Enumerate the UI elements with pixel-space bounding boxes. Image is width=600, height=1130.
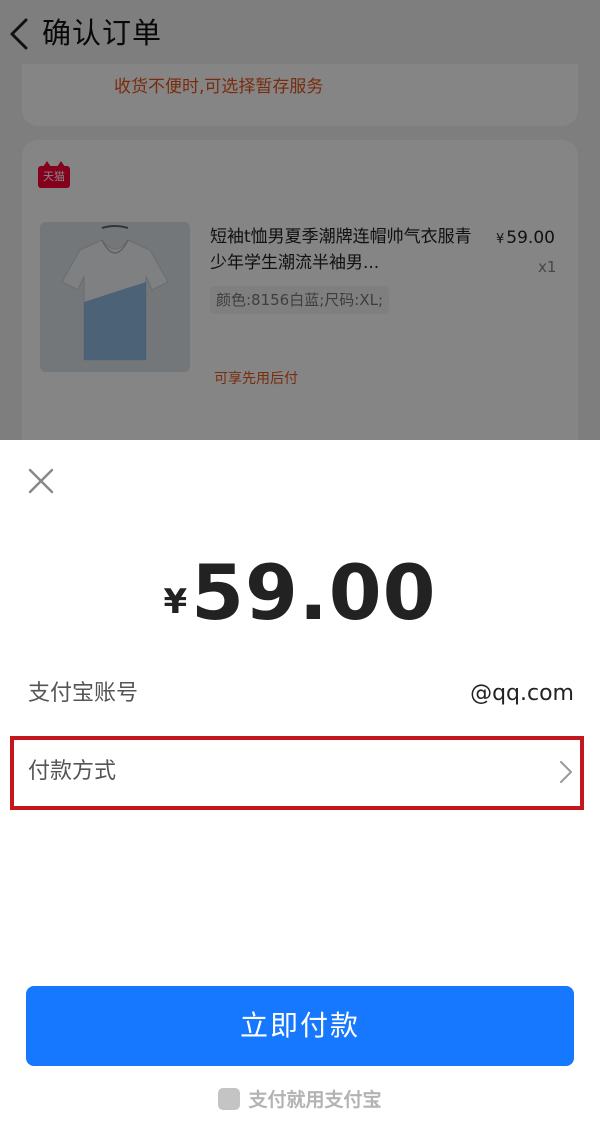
amount-value: 59.00 xyxy=(191,548,437,637)
order-page-background: 确认订单 收货不便时,可选择暂存服务 天猫 短袖t恤男夏季潮牌连帽帅气衣服青少年… xyxy=(0,0,600,440)
alipay-logo-icon xyxy=(218,1088,241,1110)
currency-symbol: ¥ xyxy=(163,582,188,622)
alipay-account-row: 支付宝账号 @qq.com xyxy=(0,658,600,730)
modal-overlay[interactable] xyxy=(0,0,600,440)
payment-sheet: ¥59.00 支付宝账号 @qq.com 付款方式 立即付款 支付就用支付宝 xyxy=(0,440,600,1130)
highlight-annotation-box xyxy=(10,736,584,810)
pay-now-button[interactable]: 立即付款 xyxy=(26,986,574,1066)
footer-text: 支付就用支付宝 xyxy=(248,1089,382,1111)
payment-amount: ¥59.00 xyxy=(0,548,600,637)
alipay-footer: 支付就用支付宝 xyxy=(0,1080,600,1120)
account-label: 支付宝账号 xyxy=(28,681,139,706)
close-icon[interactable] xyxy=(26,466,56,496)
account-value: @qq.com xyxy=(470,681,574,706)
